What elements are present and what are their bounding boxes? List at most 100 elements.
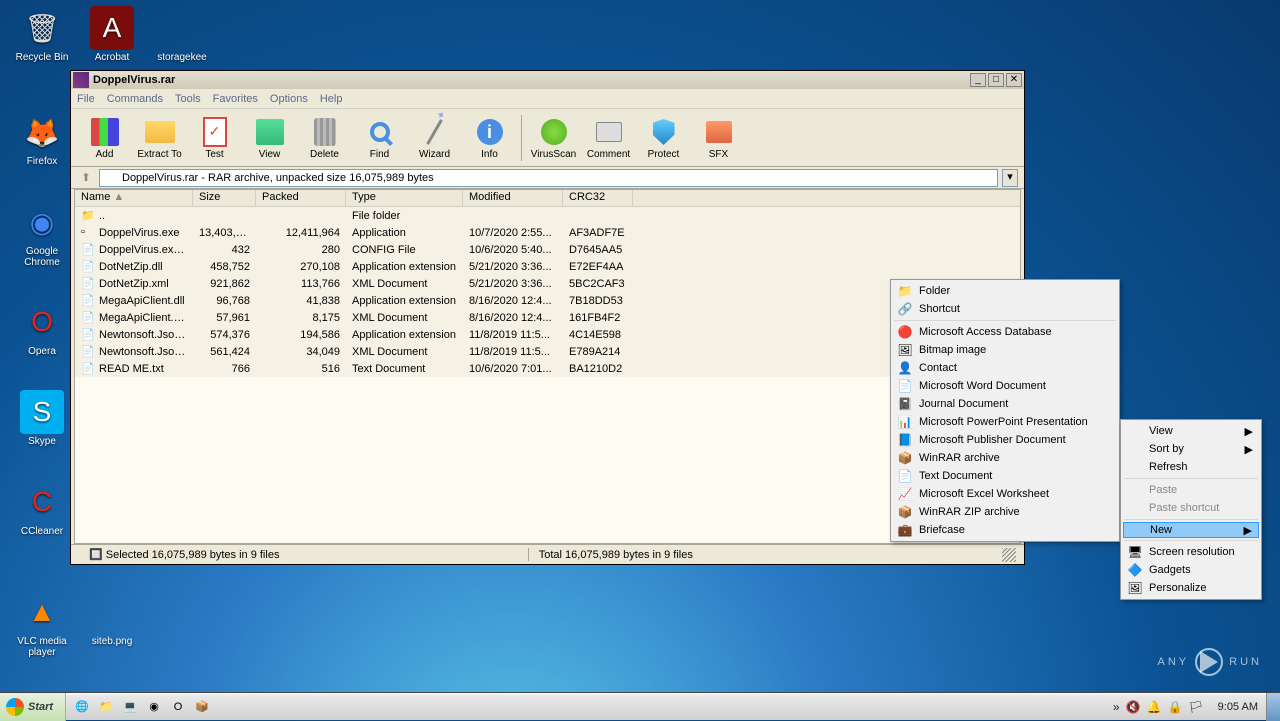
toolbar-sfx[interactable]: SFX [691, 111, 746, 165]
menu-item-microsoft-powerpoint-presentation[interactable]: 📊Microsoft PowerPoint Presentation [893, 413, 1117, 431]
file-icon: 📄 [81, 345, 95, 359]
col-size[interactable]: Size [193, 190, 256, 206]
quicklaunch-item-2[interactable]: 💻 [120, 697, 140, 717]
toolbar-extract-to[interactable]: Extract To [132, 111, 187, 165]
tray-icon-1[interactable]: 🔇 [1126, 700, 1141, 714]
menu-file[interactable]: File [77, 93, 95, 105]
desktop-icon-google-chrome[interactable]: ◉Google Chrome [10, 200, 74, 268]
menu-item-briefcase[interactable]: 💼Briefcase [893, 521, 1117, 539]
menu-item-shortcut[interactable]: 🔗Shortcut [893, 300, 1117, 318]
clock[interactable]: 9:05 AM [1218, 701, 1258, 713]
file-row[interactable]: 📄MegaApiClient.xml 57,961 8,175 XML Docu… [75, 309, 1020, 326]
toolbar-comment[interactable]: Comment [581, 111, 636, 165]
tray-icon-0[interactable]: » [1113, 700, 1120, 714]
menu-item-contact[interactable]: 👤Contact [893, 359, 1117, 377]
close-button[interactable]: ✕ [1006, 73, 1022, 87]
minimize-button[interactable]: _ [970, 73, 986, 87]
start-button[interactable]: Start [0, 693, 66, 721]
menu-item-new[interactable]: New▶ [1123, 522, 1259, 538]
file-row[interactable]: 📄Newtonsoft.Json... 561,424 34,049 XML D… [75, 343, 1020, 360]
file-row[interactable]: 📄READ ME.txt 766 516 Text Document 10/6/… [75, 360, 1020, 377]
col-packed[interactable]: Packed [256, 190, 346, 206]
menu-item-refresh[interactable]: Refresh [1123, 458, 1259, 476]
toolbar-virusscan[interactable]: VirusScan [526, 111, 581, 165]
desktop-icon-vlc-media-player[interactable]: ▲VLC media player [10, 590, 74, 658]
menu-help[interactable]: Help [320, 93, 343, 105]
desktop-icon-siteb.png[interactable]: siteb.png [80, 590, 144, 647]
menu-item-bitmap-image[interactable]: 🖼Bitmap image [893, 341, 1117, 359]
desktop-icon-firefox[interactable]: 🦊Firefox [10, 110, 74, 167]
path-dropdown[interactable]: ▾ [1002, 169, 1018, 187]
menu-item-microsoft-word-document[interactable]: 📄Microsoft Word Document [893, 377, 1117, 395]
col-crc[interactable]: CRC32 [563, 190, 633, 206]
toolbar-wizard[interactable]: Wizard [407, 111, 462, 165]
file-row[interactable]: ▫DoppelVirus.exe 13,403,648 12,411,964 A… [75, 224, 1020, 241]
tray-icon-2[interactable]: 🔔 [1147, 700, 1162, 714]
menu-item-journal-document[interactable]: 📓Journal Document [893, 395, 1117, 413]
menu-item-winrar-zip-archive[interactable]: 📦WinRAR ZIP archive [893, 503, 1117, 521]
file-row[interactable]: 📄DoppelVirus.exe.... 432 280 CONFIG File… [75, 241, 1020, 258]
titlebar[interactable]: DoppelVirus.rar _ □ ✕ [71, 71, 1024, 89]
desktop-icon-ccleaner[interactable]: CCCleaner [10, 480, 74, 537]
menu-item-microsoft-excel-worksheet[interactable]: 📈Microsoft Excel Worksheet [893, 485, 1117, 503]
menu-item-icon: 📊 [897, 414, 913, 430]
file-row[interactable]: 📄MegaApiClient.dll 96,768 41,838 Applica… [75, 292, 1020, 309]
toolbar-view[interactable]: View [242, 111, 297, 165]
desktop-icon-skype[interactable]: SSkype [10, 390, 74, 447]
menu-item-microsoft-access-database[interactable]: 🔴Microsoft Access Database [893, 323, 1117, 341]
tray-icon-4[interactable]: 🏳 [1188, 700, 1203, 714]
path-input[interactable]: DoppelVirus.rar - RAR archive, unpacked … [99, 169, 998, 187]
menu-favorites[interactable]: Favorites [213, 93, 258, 105]
file-row[interactable]: 📁.. File folder [75, 207, 1020, 224]
col-name[interactable]: Name ▲ [75, 190, 193, 206]
up-button[interactable]: ⬆ [77, 169, 95, 187]
clipboard-icon [199, 115, 231, 149]
toolbar-find[interactable]: Find [352, 111, 407, 165]
menu-item-personalize[interactable]: 🖼Personalize [1123, 579, 1259, 597]
menu-item-gadgets[interactable]: 🔷Gadgets [1123, 561, 1259, 579]
quicklaunch-item-3[interactable]: ◉ [144, 697, 164, 717]
menu-item-view[interactable]: View▶ [1123, 422, 1259, 440]
desktop-icon-storagekee[interactable]: storagekee [150, 6, 214, 63]
quicklaunch-item-0[interactable]: 🌐 [72, 697, 92, 717]
desktop-icon-acrobat[interactable]: AAcrobat [80, 6, 144, 63]
desktop-icon-opera[interactable]: OOpera [10, 300, 74, 357]
menu-item-text-document[interactable]: 📄Text Document [893, 467, 1117, 485]
col-type[interactable]: Type [346, 190, 463, 206]
toolbar-test[interactable]: Test [187, 111, 242, 165]
archive-icon [104, 171, 118, 185]
watermark: ANY RUN [1158, 648, 1262, 676]
menu-item-microsoft-publisher-document[interactable]: 📘Microsoft Publisher Document [893, 431, 1117, 449]
toolbar-add[interactable]: Add [77, 111, 132, 165]
show-desktop-button[interactable] [1266, 693, 1280, 721]
menu-options[interactable]: Options [270, 93, 308, 105]
toolbar-info[interactable]: iInfo [462, 111, 517, 165]
quicklaunch-item-4[interactable]: O [168, 697, 188, 717]
menu-item-paste-shortcut: Paste shortcut [1123, 499, 1259, 517]
tray-icon-3[interactable]: 🔒 [1167, 700, 1182, 714]
desktop-icon-recycle-bin[interactable]: 🗑Recycle Bin [10, 6, 74, 63]
menu-item-sort-by[interactable]: Sort by▶ [1123, 440, 1259, 458]
menu-commands[interactable]: Commands [107, 93, 163, 105]
status-selected: Selected 16,075,989 bytes in 9 files [106, 549, 280, 561]
menu-item-folder[interactable]: 📁Folder [893, 282, 1117, 300]
menu-item-icon: 📄 [897, 378, 913, 394]
maximize-button[interactable]: □ [988, 73, 1004, 87]
virus-icon [538, 115, 570, 149]
menu-item-screen-resolution[interactable]: 🖥Screen resolution [1123, 543, 1259, 561]
quicklaunch-item-1[interactable]: 📁 [96, 697, 116, 717]
quicklaunch-item-5[interactable]: 📦 [192, 697, 212, 717]
toolbar-delete[interactable]: Delete [297, 111, 352, 165]
file-icon: 📄 [81, 243, 95, 257]
menu-tools[interactable]: Tools [175, 93, 201, 105]
col-modified[interactable]: Modified [463, 190, 563, 206]
file-row[interactable]: 📄DotNetZip.xml 921,862 113,766 XML Docum… [75, 275, 1020, 292]
toolbar-protect[interactable]: Protect [636, 111, 691, 165]
menu-item-icon: 🔗 [897, 301, 913, 317]
file-row[interactable]: 📄Newtonsoft.Json.dll 574,376 194,586 App… [75, 326, 1020, 343]
menu-item-winrar-archive[interactable]: 📦WinRAR archive [893, 449, 1117, 467]
resize-grip[interactable] [1002, 548, 1016, 562]
submenu-arrow-icon: ▶ [1245, 443, 1253, 456]
file-row[interactable]: 📄DotNetZip.dll 458,752 270,108 Applicati… [75, 258, 1020, 275]
search-icon [364, 115, 396, 149]
